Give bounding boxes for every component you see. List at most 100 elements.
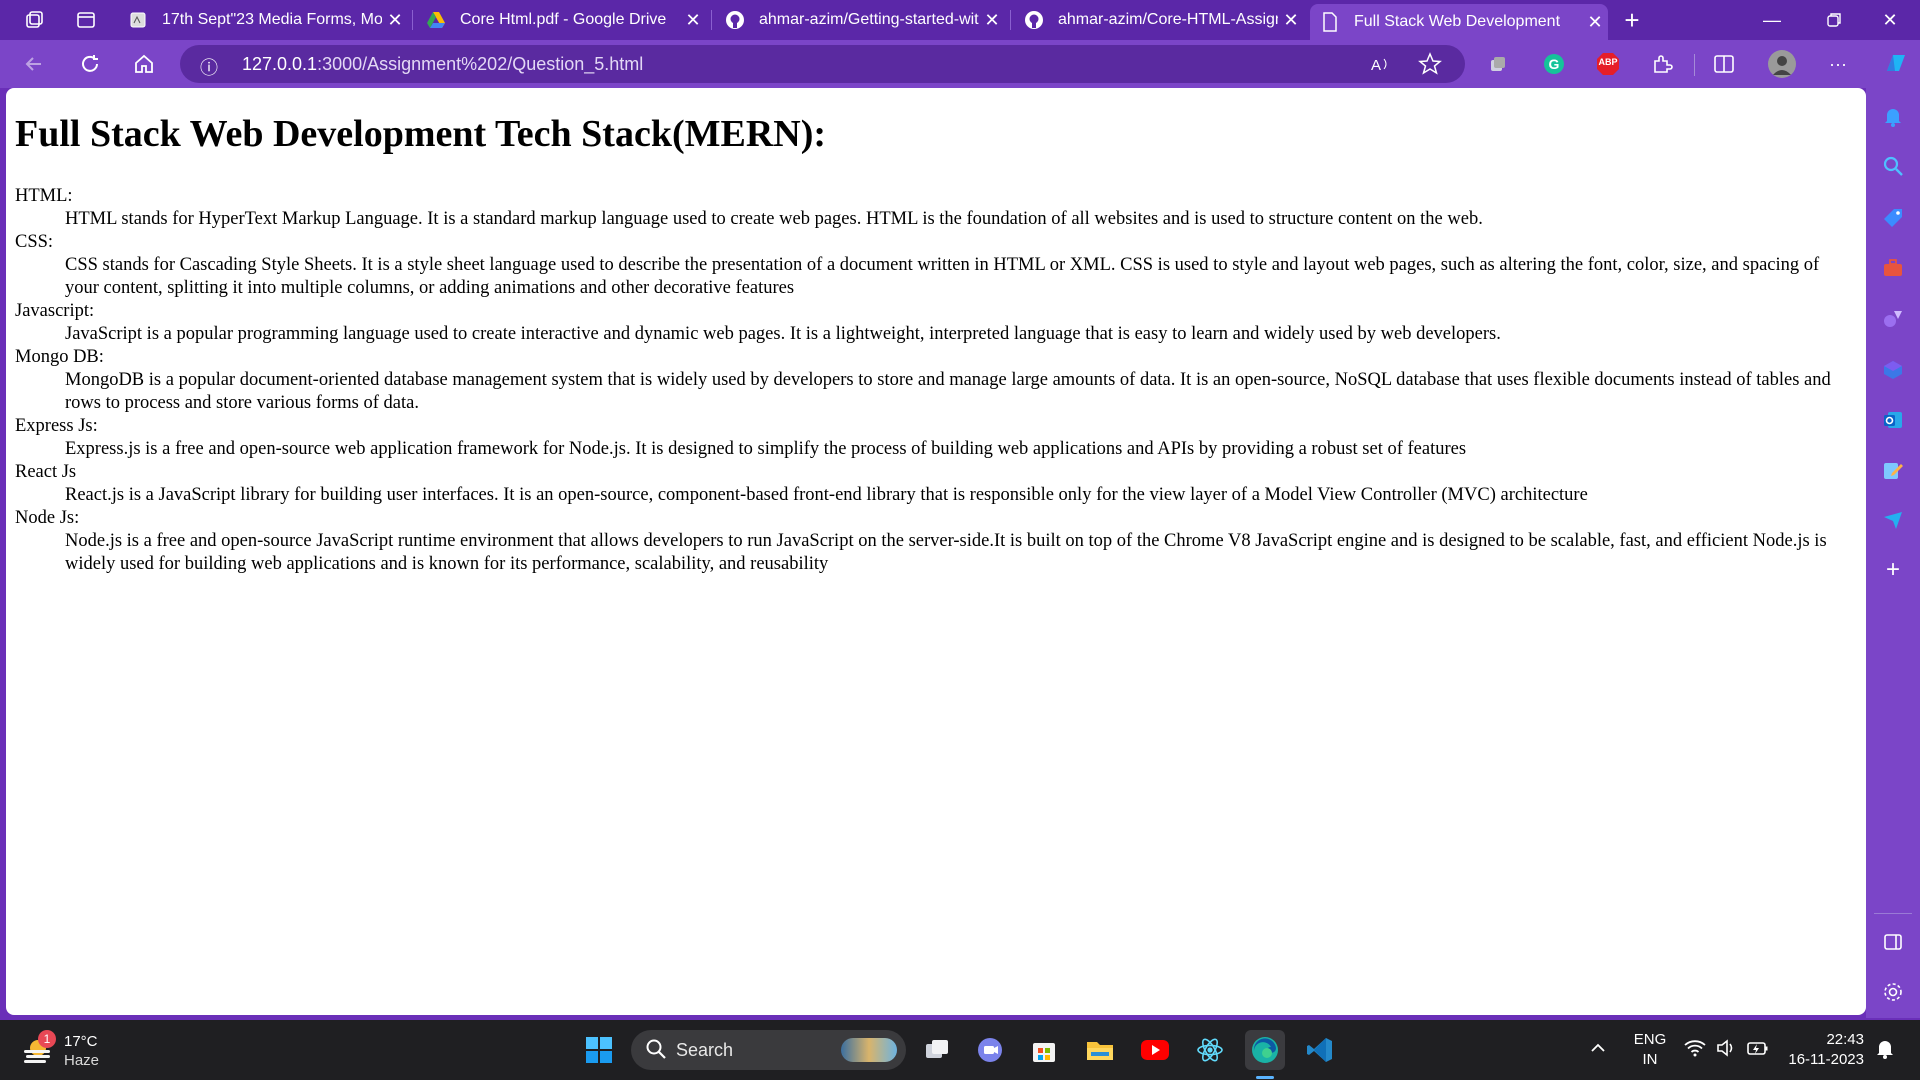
svg-text:A: A: [1371, 57, 1381, 74]
games-icon[interactable]: [1879, 304, 1907, 332]
desc-react: React.js is a JavaScript library for bui…: [65, 485, 1588, 505]
tech-stack-list: HTML: HTML stands for HyperText Markup L…: [15, 185, 1857, 576]
sidebar-settings-gear-icon[interactable]: [1879, 978, 1907, 1006]
task-view-icon[interactable]: [917, 1030, 957, 1070]
taskbar-search-box[interactable]: Search: [631, 1030, 906, 1070]
read-aloud-icon[interactable]: A: [1370, 53, 1392, 80]
search-icon: [645, 1038, 667, 1065]
tab-google-drive[interactable]: Core Html.pdf - Google Drive ✕: [416, 4, 706, 36]
wifi-icon[interactable]: [1684, 1039, 1706, 1063]
microsoft-store-icon[interactable]: [1024, 1030, 1064, 1070]
clock-time: 22:43: [1826, 1031, 1864, 1048]
edge-browser-icon[interactable]: [1245, 1030, 1285, 1070]
send-paper-plane-icon[interactable]: [1879, 506, 1907, 534]
new-tab-button[interactable]: +: [1604, 0, 1660, 40]
page-viewport: Full Stack Web Development Tech Stack(ME…: [6, 88, 1866, 1015]
home-icon[interactable]: [128, 48, 160, 80]
hide-sidebar-icon[interactable]: [1879, 928, 1907, 956]
volume-icon[interactable]: [1716, 1039, 1738, 1063]
close-tab-icon[interactable]: ✕: [382, 10, 408, 31]
outlook-icon[interactable]: [1879, 406, 1907, 434]
battery-plugged-icon[interactable]: [1746, 1039, 1770, 1063]
notification-bell-icon[interactable]: [1876, 1039, 1894, 1065]
address-bar[interactable]: ⓘ 127.0.0.1:3000/Assignment%202/Question…: [180, 45, 1465, 83]
drop-notes-icon[interactable]: [1879, 456, 1907, 484]
tab-media-forms[interactable]: 17th Sept"23 Media Forms, Mod ✕: [118, 4, 408, 36]
desc-css: CSS stands for Cascading Style Sheets. I…: [65, 255, 1820, 298]
tab-full-stack[interactable]: Full Stack Web Development ✕: [1310, 4, 1608, 40]
language-indicator[interactable]: ENG IN: [1630, 1030, 1670, 1070]
copilot-icon[interactable]: [1880, 48, 1912, 80]
tab-divider: [412, 10, 413, 30]
search-label: Search: [676, 1040, 734, 1060]
react-icon[interactable]: [1190, 1030, 1230, 1070]
windows-start-icon[interactable]: [579, 1030, 619, 1070]
close-window-icon[interactable]: ✕: [1862, 0, 1918, 40]
youtube-icon[interactable]: [1135, 1030, 1175, 1070]
tab-title: 17th Sept"23 Media Forms, Mod: [162, 11, 382, 28]
notifications-bell-icon[interactable]: [1879, 102, 1907, 130]
adblock-plus-icon[interactable]: ABP: [1594, 50, 1622, 78]
desc-html: HTML stands for HyperText Markup Languag…: [65, 209, 1483, 229]
tab-title: ahmar-azim/Core-HTML-Assignm: [1058, 11, 1278, 28]
desc-javascript: JavaScript is a popular programming lang…: [65, 324, 1501, 344]
search-sidebar-icon[interactable]: [1879, 152, 1907, 180]
term-javascript: Javascript:: [15, 301, 95, 321]
term-react: React Js: [15, 462, 77, 482]
clock[interactable]: 22:43 16-11-2023: [1782, 1030, 1864, 1070]
grammarly-icon[interactable]: G: [1540, 50, 1568, 78]
more-options-icon[interactable]: ···: [1824, 50, 1852, 78]
site-info-icon[interactable]: ⓘ: [200, 54, 218, 80]
tools-briefcase-icon[interactable]: [1879, 254, 1907, 282]
minimize-icon[interactable]: —: [1744, 0, 1800, 40]
show-hidden-icons-chevron[interactable]: [1590, 1040, 1606, 1060]
page-body: Full Stack Web Development Tech Stack(ME…: [6, 88, 1866, 576]
term-mongodb: Mongo DB:: [15, 347, 104, 367]
term-express: Express Js:: [15, 416, 98, 436]
weather-widget[interactable]: 1 17°C Haze: [22, 1030, 182, 1072]
svg-text:G: G: [1549, 56, 1560, 72]
teams-chat-icon[interactable]: [970, 1030, 1010, 1070]
url-text[interactable]: 127.0.0.1:3000/Assignment%202/Question_5…: [242, 54, 643, 75]
github-icon: [725, 10, 745, 30]
microsoft-365-icon[interactable]: [1879, 356, 1907, 384]
split-screen-icon[interactable]: [1710, 50, 1738, 78]
abp-label: ABP: [1598, 57, 1618, 67]
clock-date: 16-11-2023: [1788, 1051, 1864, 1068]
navigation-bar: ⓘ 127.0.0.1:3000/Assignment%202/Question…: [0, 40, 1920, 88]
collections-icon[interactable]: [1484, 50, 1512, 78]
weather-condition: Haze: [64, 1052, 100, 1069]
close-tab-icon[interactable]: ✕: [979, 10, 1005, 31]
vscode-icon[interactable]: [1300, 1030, 1340, 1070]
tab-github-getting-started[interactable]: ahmar-azim/Getting-started-wit ✕: [715, 4, 1005, 36]
sidebar-divider: [1874, 913, 1912, 914]
file-explorer-icon[interactable]: [1080, 1030, 1120, 1070]
tab-divider: [1010, 10, 1011, 30]
favorite-star-icon[interactable]: [1418, 52, 1442, 81]
page-icon: [1320, 12, 1340, 32]
desc-express: Express.js is a free and open-source web…: [65, 439, 1467, 459]
weather-badge: 1: [38, 1030, 56, 1048]
tab-title: Core Html.pdf - Google Drive: [460, 11, 667, 28]
page-heading: Full Stack Web Development Tech Stack(ME…: [15, 113, 827, 155]
tab-divider: [711, 10, 712, 30]
close-tab-icon[interactable]: ✕: [680, 10, 706, 31]
close-tab-icon[interactable]: ✕: [1278, 10, 1304, 31]
refresh-icon[interactable]: [74, 48, 106, 80]
restore-icon[interactable]: [1806, 0, 1862, 40]
back-icon[interactable]: [18, 48, 50, 80]
extensions-icon[interactable]: [1648, 50, 1676, 78]
tab-title: ahmar-azim/Getting-started-wit: [759, 11, 979, 28]
github-icon: [1024, 10, 1044, 30]
shopping-tag-icon[interactable]: [1879, 204, 1907, 232]
search-highlight-image: [841, 1038, 897, 1062]
windows-taskbar: 1 17°C Haze Search ENG IN 22:43 16-11-20…: [0, 1020, 1920, 1080]
profile-avatar[interactable]: [1766, 48, 1798, 80]
tab-github-core-html[interactable]: ahmar-azim/Core-HTML-Assignm ✕: [1014, 4, 1304, 36]
add-sidebar-app-icon[interactable]: +: [1879, 556, 1907, 584]
vertical-tabs-icon[interactable]: [58, 0, 114, 40]
term-node: Node Js:: [15, 508, 80, 528]
workspaces-icon[interactable]: [6, 0, 62, 40]
desc-mongodb: MongoDB is a popular document-oriented d…: [65, 370, 1831, 413]
tab-strip: 17th Sept"23 Media Forms, Mod ✕ Core Htm…: [0, 0, 1920, 40]
